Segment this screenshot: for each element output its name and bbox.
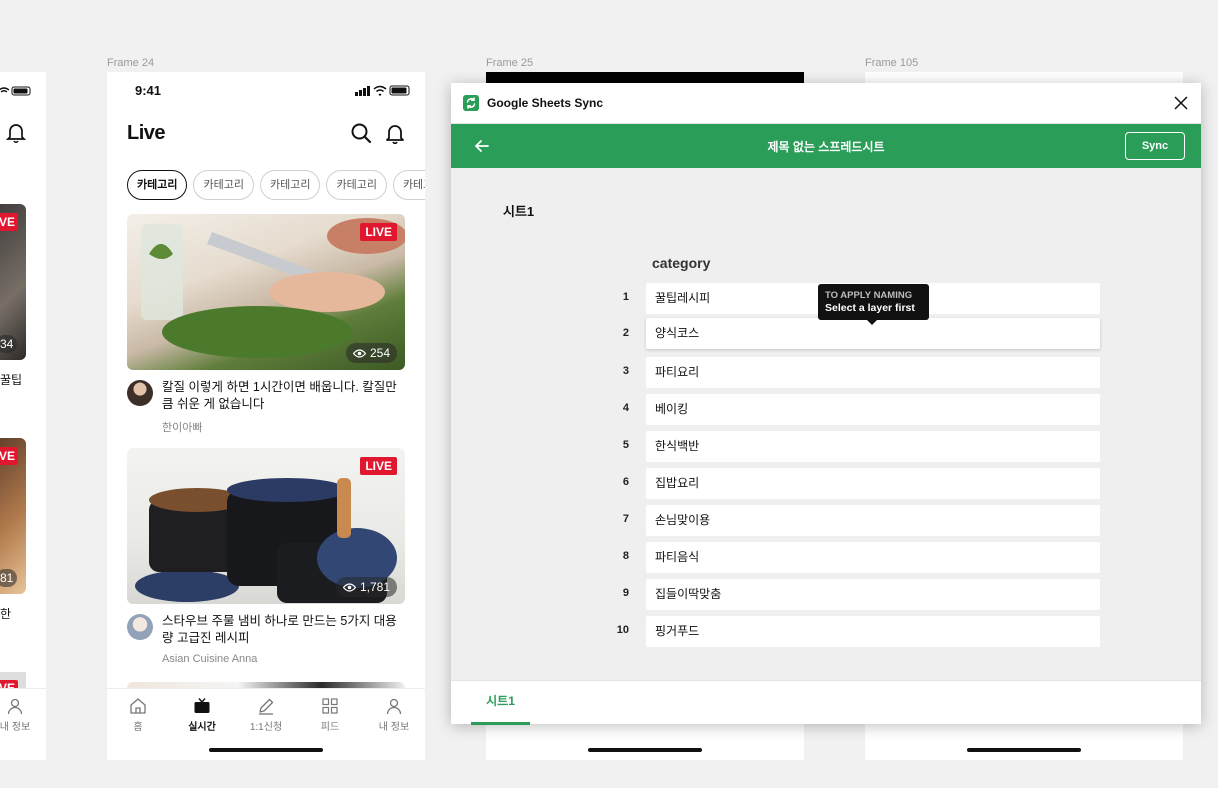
live-thumbnail[interactable]: LIVE 254 — [127, 214, 405, 370]
frame-label-25: Frame 25 — [486, 57, 534, 69]
tab-live[interactable]: 실시간 — [177, 697, 227, 733]
category-chip[interactable]: 카테고리 — [127, 170, 188, 200]
status-bar: 9:41 — [107, 72, 425, 108]
close-icon[interactable] — [1173, 95, 1189, 111]
card-author[interactable]: Asian Cuisine Anna — [162, 653, 257, 665]
tooltip-message: Select a layer first — [825, 302, 915, 314]
card-title[interactable]: 꿀팁 — [0, 371, 22, 388]
search-icon[interactable] — [350, 122, 372, 144]
tab-sheet1[interactable]: 시트1 — [471, 681, 530, 725]
tab-label: 내 정보 — [0, 722, 31, 733]
eye-icon — [342, 582, 356, 592]
tv-icon — [194, 698, 210, 713]
tab-my-info[interactable]: 내 정보 — [0, 697, 40, 733]
plugin-header: 제목 없는 스프레드시트 Sync — [451, 124, 1201, 168]
spreadsheet-title: 제목 없는 스프레드시트 — [767, 140, 885, 154]
tab-label: 1:1신청 — [249, 722, 283, 733]
bell-icon[interactable] — [6, 122, 26, 144]
phone-frame-partial: VE 34 꿀팁 VE 81 한 VE 내 정보 — [0, 72, 46, 760]
row-number: 8 — [622, 550, 629, 562]
row-cell[interactable]: 베이킹 — [646, 394, 1100, 425]
category-chip[interactable]: 카테고리 — [259, 170, 321, 200]
row-number: 3 — [622, 365, 629, 377]
sheet-name: 시트1 — [503, 204, 535, 219]
user-icon — [7, 698, 23, 715]
view-count: 34 — [0, 335, 18, 353]
row-cell[interactable]: 한식백반 — [646, 431, 1100, 462]
tab-label: 피드 — [320, 722, 340, 733]
tab-my-info[interactable]: 내 정보 — [369, 697, 419, 733]
home-indicator — [209, 748, 323, 752]
view-count: 81 — [0, 569, 18, 587]
view-count-value: 1,781 — [359, 580, 390, 594]
row-cell[interactable]: 파티요리 — [646, 357, 1100, 388]
tab-bar: 홈 실시간 1:1신청 피드 내 정보 — [107, 688, 425, 760]
category-chip[interactable]: 카테고리 — [392, 170, 425, 200]
eye-icon — [352, 348, 366, 358]
card-title[interactable]: 한 — [0, 605, 11, 622]
user-icon — [386, 698, 402, 715]
card-title[interactable]: 스타우브 주물 냄비 하나로 만드는 5가지 대용량 고급진 레시피 — [162, 613, 402, 647]
grid-icon — [322, 698, 338, 714]
tab-label: 실시간 — [188, 722, 216, 733]
tab-label: 내 정보 — [378, 722, 410, 733]
live-badge: LIVE — [360, 223, 397, 241]
live-thumbnail[interactable]: LIVE 1,781 — [127, 448, 405, 604]
thumbnail[interactable]: VE 81 — [0, 438, 26, 594]
live-badge: VE — [0, 447, 19, 465]
row-number: 10 — [616, 624, 629, 636]
phone-frame-24: 9:41 Live 카테고리 카테고리 카테고리 카테고리 카테고리 LIVE — [107, 72, 425, 760]
bell-icon[interactable] — [384, 122, 406, 144]
row-cell[interactable]: 핑거푸드 — [646, 616, 1100, 647]
row-number: 2 — [622, 327, 629, 339]
avatar[interactable] — [127, 614, 153, 640]
category-chips: 카테고리 카테고리 카테고리 카테고리 카테고리 — [127, 170, 425, 200]
category-chip[interactable]: 카테고리 — [193, 170, 254, 200]
row-number: 7 — [622, 513, 629, 525]
live-badge: LIVE — [360, 457, 397, 475]
live-badge: VE — [0, 213, 19, 231]
view-count: 1,781 — [335, 577, 397, 597]
view-count-value: 254 — [369, 346, 390, 360]
plugin-name: Google Sheets Sync — [487, 96, 604, 110]
row-number: 1 — [622, 291, 629, 303]
sync-button[interactable]: Sync — [1125, 132, 1185, 160]
row-cell[interactable]: 손님맞이용 — [646, 505, 1100, 536]
row-number: 6 — [622, 476, 629, 488]
google-sheets-sync-plugin: Google Sheets Sync 제목 없는 스프레드시트 Sync 시트1… — [451, 83, 1201, 725]
naming-tooltip: TO APPLY NAMING Select a layer first — [818, 284, 929, 325]
tab-home[interactable]: 홈 — [113, 697, 163, 733]
status-icons — [0, 86, 31, 96]
plugin-titlebar: Google Sheets Sync — [451, 83, 1201, 124]
sheet-tabs: 시트1 — [451, 680, 1201, 725]
row-cell[interactable]: 집밥요리 — [646, 468, 1100, 499]
home-indicator — [588, 748, 702, 752]
status-icons — [355, 85, 410, 96]
home-indicator — [967, 748, 1081, 752]
row-cell[interactable]: 집들이딱맞춤 — [646, 579, 1100, 610]
avatar[interactable] — [127, 380, 153, 406]
pencil-icon — [259, 698, 274, 715]
row-number: 4 — [622, 402, 629, 414]
tab-bar: 내 정보 — [0, 688, 46, 760]
frame-label-24: Frame 24 — [107, 57, 155, 69]
tooltip-heading: TO APPLY NAMING — [825, 290, 913, 301]
thumbnail[interactable]: VE 34 — [0, 204, 26, 360]
row-cell[interactable]: 파티음식 — [646, 542, 1100, 573]
page-title: Live — [127, 122, 166, 144]
tab-feed[interactable]: 피드 — [305, 697, 355, 733]
category-chip[interactable]: 카테고리 — [326, 170, 387, 200]
view-count: 254 — [345, 343, 397, 363]
tab-label: 홈 — [133, 722, 143, 733]
row-number: 9 — [622, 587, 629, 599]
column-header: category — [652, 255, 711, 271]
frame-label-105: Frame 105 — [865, 57, 919, 69]
card-author[interactable]: 한이아빠 — [162, 419, 202, 435]
home-icon — [130, 698, 146, 714]
status-time: 9:41 — [135, 83, 162, 98]
sync-logo-icon — [463, 95, 479, 111]
card-title[interactable]: 칼질 이렇게 하면 1시간이면 배웁니다. 칼질만큼 쉬운 게 없습니다 — [162, 379, 402, 413]
tab-request[interactable]: 1:1신청 — [241, 697, 291, 733]
row-number: 5 — [622, 439, 629, 451]
